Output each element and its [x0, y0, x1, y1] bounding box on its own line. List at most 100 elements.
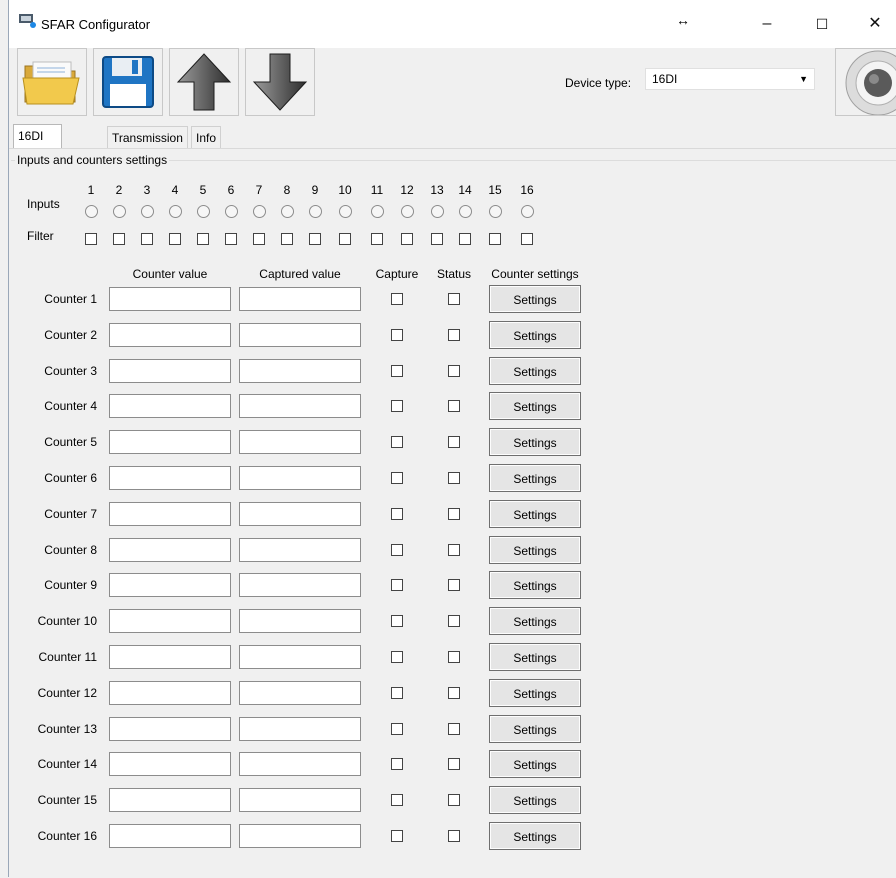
connect-button[interactable]: [835, 48, 896, 116]
filter-checkbox-4[interactable]: [169, 233, 181, 245]
counter-value-field[interactable]: [109, 609, 231, 634]
counter-settings-button[interactable]: Settings: [489, 678, 581, 707]
status-checkbox[interactable]: [448, 436, 460, 449]
status-checkbox[interactable]: [448, 615, 460, 628]
counter-settings-button[interactable]: Settings: [489, 320, 581, 349]
capture-checkbox[interactable]: [391, 651, 403, 663]
counter-settings-button[interactable]: Settings: [489, 499, 581, 528]
maximize-button[interactable]: ☐: [802, 8, 842, 40]
counter-value-field[interactable]: [109, 573, 231, 598]
captured-value-field[interactable]: [239, 609, 361, 634]
status-checkbox[interactable]: [448, 472, 460, 484]
download-button[interactable]: [245, 48, 315, 116]
captured-value-field[interactable]: [239, 501, 361, 526]
counter-value-field[interactable]: [109, 824, 231, 848]
status-checkbox[interactable]: [448, 794, 460, 807]
device-type-select[interactable]: 16DI ▼: [645, 68, 815, 90]
filter-checkbox-15[interactable]: [489, 233, 501, 245]
counter-settings-button[interactable]: Settings: [489, 571, 581, 600]
status-checkbox[interactable]: [448, 507, 460, 520]
captured-value-field[interactable]: [239, 824, 361, 848]
counter-settings-button[interactable]: Settings: [489, 714, 581, 743]
filter-checkbox-14[interactable]: [459, 233, 471, 245]
capture-checkbox[interactable]: [391, 507, 403, 520]
filter-checkbox-8[interactable]: [281, 233, 293, 245]
capture-checkbox[interactable]: [391, 364, 403, 377]
counter-value-field[interactable]: [109, 645, 231, 669]
capture-checkbox[interactable]: [391, 794, 403, 807]
capture-checkbox[interactable]: [391, 472, 403, 484]
counter-settings-button[interactable]: Settings: [489, 356, 581, 385]
counter-settings-button[interactable]: Settings: [489, 535, 581, 564]
counter-value-field[interactable]: [109, 287, 231, 311]
filter-checkbox-9[interactable]: [309, 233, 321, 245]
captured-value-field[interactable]: [239, 788, 361, 813]
capture-checkbox[interactable]: [391, 579, 403, 592]
captured-value-field[interactable]: [239, 573, 361, 598]
captured-value-field[interactable]: [239, 716, 361, 741]
status-checkbox[interactable]: [448, 830, 460, 842]
counter-value-field[interactable]: [109, 322, 231, 347]
tab-info[interactable]: Info: [191, 126, 222, 148]
counter-value-field[interactable]: [109, 358, 231, 383]
status-checkbox[interactable]: [448, 651, 460, 663]
capture-checkbox[interactable]: [391, 830, 403, 842]
filter-checkbox-16[interactable]: [521, 233, 533, 245]
status-checkbox[interactable]: [448, 293, 460, 305]
counter-settings-button[interactable]: Settings: [489, 643, 581, 671]
status-checkbox[interactable]: [448, 328, 460, 341]
counter-settings-button[interactable]: Settings: [489, 428, 581, 457]
open-button[interactable]: [17, 48, 87, 116]
counter-settings-button[interactable]: Settings: [489, 464, 581, 492]
counter-value-field[interactable]: [109, 716, 231, 741]
captured-value-field[interactable]: [239, 358, 361, 383]
captured-value-field[interactable]: [239, 394, 361, 419]
captured-value-field[interactable]: [239, 537, 361, 562]
filter-checkbox-10[interactable]: [339, 233, 351, 245]
status-checkbox[interactable]: [448, 758, 460, 771]
capture-checkbox[interactable]: [391, 436, 403, 449]
status-checkbox[interactable]: [448, 364, 460, 377]
counter-value-field[interactable]: [109, 466, 231, 490]
counter-value-field[interactable]: [109, 680, 231, 705]
counter-value-field[interactable]: [109, 537, 231, 562]
status-checkbox[interactable]: [448, 579, 460, 592]
filter-checkbox-3[interactable]: [141, 233, 153, 245]
counter-settings-button[interactable]: Settings: [489, 786, 581, 815]
counter-value-field[interactable]: [109, 394, 231, 419]
counter-settings-button[interactable]: Settings: [489, 392, 581, 421]
capture-checkbox[interactable]: [391, 615, 403, 628]
tab-transmission[interactable]: Transmission: [107, 126, 188, 148]
captured-value-field[interactable]: [239, 466, 361, 490]
counter-settings-button[interactable]: Settings: [489, 285, 581, 313]
captured-value-field[interactable]: [239, 430, 361, 455]
minimize-button[interactable]: –: [747, 8, 787, 40]
status-checkbox[interactable]: [448, 686, 460, 699]
capture-checkbox[interactable]: [391, 686, 403, 699]
captured-value-field[interactable]: [239, 287, 361, 311]
counter-value-field[interactable]: [109, 788, 231, 813]
capture-checkbox[interactable]: [391, 543, 403, 556]
captured-value-field[interactable]: [239, 322, 361, 347]
capture-checkbox[interactable]: [391, 722, 403, 735]
filter-checkbox-5[interactable]: [197, 233, 209, 245]
counter-settings-button[interactable]: Settings: [489, 750, 581, 779]
close-button[interactable]: ✕: [855, 8, 895, 40]
filter-checkbox-7[interactable]: [253, 233, 265, 245]
counter-value-field[interactable]: [109, 501, 231, 526]
filter-checkbox-2[interactable]: [113, 233, 125, 245]
capture-checkbox[interactable]: [391, 293, 403, 305]
status-checkbox[interactable]: [448, 400, 460, 413]
capture-checkbox[interactable]: [391, 400, 403, 413]
capture-checkbox[interactable]: [391, 328, 403, 341]
counter-value-field[interactable]: [109, 752, 231, 777]
upload-button[interactable]: [169, 48, 239, 116]
counter-value-field[interactable]: [109, 430, 231, 455]
counter-settings-button[interactable]: Settings: [489, 607, 581, 636]
counter-settings-button[interactable]: Settings: [489, 822, 581, 850]
tab-16di-module[interactable]: 16DI Module: [13, 124, 63, 165]
filter-checkbox-1[interactable]: [85, 233, 97, 245]
status-checkbox[interactable]: [448, 543, 460, 556]
captured-value-field[interactable]: [239, 752, 361, 777]
captured-value-field[interactable]: [239, 680, 361, 705]
